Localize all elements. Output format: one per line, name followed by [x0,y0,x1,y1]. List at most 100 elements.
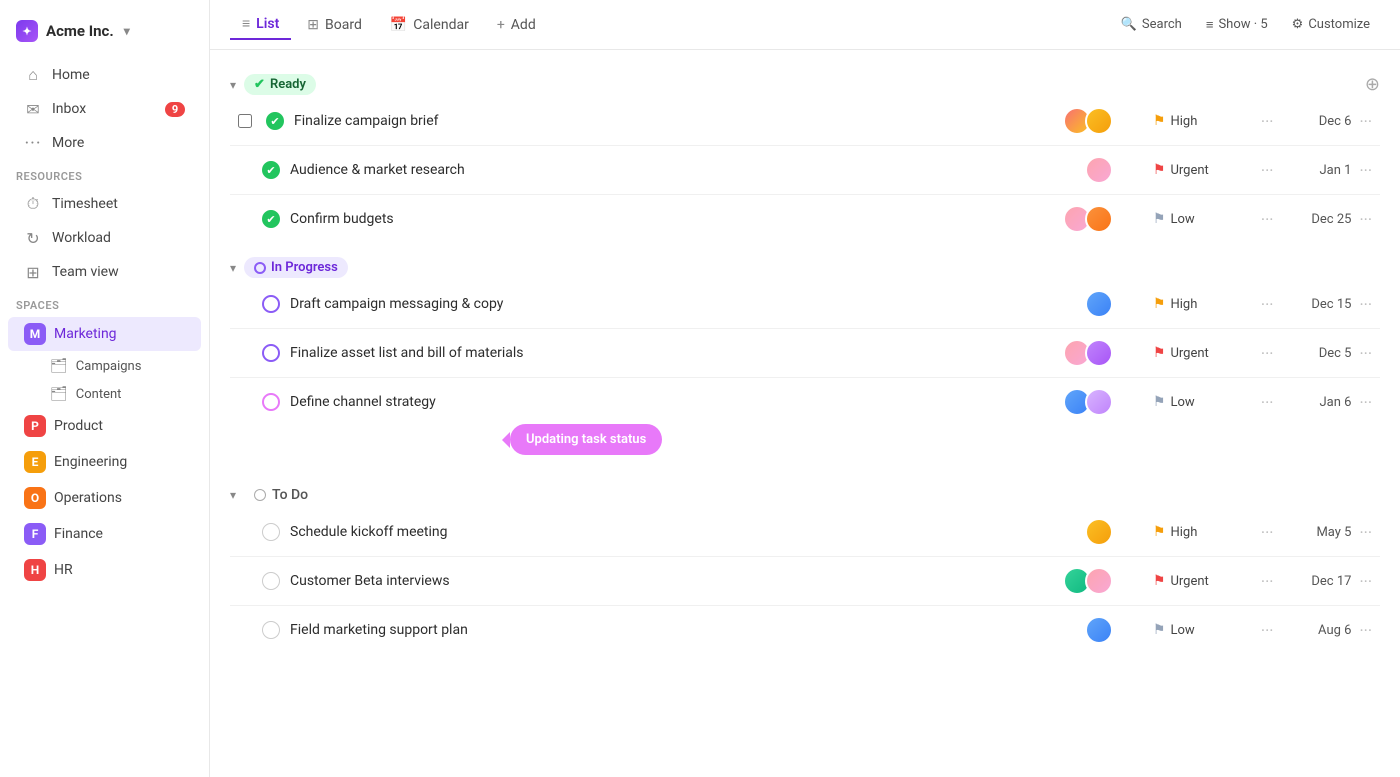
sidebar-item-inbox[interactable]: ✉ Inbox 9 [8,93,201,125]
sidebar-space-marketing[interactable]: M Marketing [8,317,201,351]
inbox-badge: 9 [165,102,185,117]
customize-icon: ⚙ [1292,17,1304,32]
sidebar-item-teamview[interactable]: ⊞ Team view [8,256,201,288]
task-more-menu[interactable]: ··· [1359,572,1372,591]
inbox-icon: ✉ [24,100,42,118]
task-date: Dec 15 [1281,297,1351,312]
task-more-menu[interactable]: ··· [1359,161,1372,180]
task-dots[interactable]: ··· [1261,393,1274,412]
task-priority: ⚑ Urgent [1153,345,1253,361]
in-progress-chevron[interactable]: ▾ [230,261,236,275]
calendar-tab-label: Calendar [413,17,469,33]
sidebar-sub-campaigns[interactable]: 🗂 Campaigns [8,353,201,379]
finance-space-label: Finance [54,526,103,542]
spaces-section-label: Spaces [0,289,209,316]
avatar [1085,290,1113,318]
sidebar-space-operations[interactable]: O Operations [8,481,201,515]
task-select-checkbox[interactable] [238,114,252,128]
task-row[interactable]: Define channel strategy ⚑ Low ··· Jan 6 … [230,380,1380,424]
task-status-done[interactable]: ✔ [266,112,284,130]
sidebar-space-product[interactable]: P Product [8,409,201,443]
task-row[interactable]: ✔ Confirm budgets ⚑ Low ··· Dec 25 ··· [230,197,1380,241]
app-logo[interactable]: ✦ Acme Inc. ▾ [0,12,209,58]
flag-icon: ⚑ [1153,113,1166,129]
sidebar: ✦ Acme Inc. ▾ ⌂ Home ✉ Inbox 9 ··· More … [0,0,210,777]
task-row[interactable]: Draft campaign messaging & copy ⚑ High ·… [230,282,1380,326]
task-dots[interactable]: ··· [1261,621,1274,640]
task-status-done[interactable]: ✔ [262,210,280,228]
task-name: Finalize asset list and bill of material… [290,345,1063,361]
sidebar-item-timesheet[interactable]: ⏱ Timesheet [8,188,201,220]
task-status-empty[interactable] [262,523,280,541]
task-dots[interactable]: ··· [1261,344,1274,363]
task-dots[interactable]: ··· [1261,523,1274,542]
sidebar-item-workload[interactable]: ↻ Workload [8,222,201,254]
priority-label: High [1170,525,1197,540]
task-status-done[interactable]: ✔ [262,161,280,179]
home-icon: ⌂ [24,66,42,84]
todo-chevron[interactable]: ▾ [230,488,236,502]
topbar: ≡ List ⊞ Board 📅 Calendar + Add 🔍 Search… [210,0,1400,50]
ready-chevron[interactable]: ▾ [230,78,236,92]
tab-board[interactable]: ⊞ Board [295,11,374,39]
todo-badge[interactable]: To Do [244,484,318,506]
sidebar-item-more[interactable]: ··· More [8,127,201,159]
task-date: Aug 6 [1281,623,1351,638]
task-priority: ⚑ High [1153,524,1253,540]
avatar [1085,616,1113,644]
task-more-menu[interactable]: ··· [1359,621,1372,640]
sidebar-space-finance[interactable]: F Finance [8,517,201,551]
sidebar-space-hr[interactable]: H HR [8,553,201,587]
todo-badge-label: To Do [272,487,308,503]
list-tab-icon: ≡ [242,15,250,32]
task-status-empty[interactable] [262,621,280,639]
task-status-inprogress[interactable] [262,344,280,362]
task-more-menu[interactable]: ··· [1359,344,1372,363]
avatar [1085,339,1113,367]
task-more-menu[interactable]: ··· [1359,295,1372,314]
ready-add-button[interactable]: ⊕ [1365,74,1380,95]
task-status-inprogress[interactable] [262,295,280,313]
ready-badge[interactable]: ✔ Ready [244,74,316,95]
finance-space-icon: F [24,523,46,545]
task-dots[interactable]: ··· [1261,210,1274,229]
task-priority: ⚑ High [1153,296,1253,312]
tab-calendar[interactable]: 📅 Calendar [378,11,481,39]
task-more-menu[interactable]: ··· [1359,523,1372,542]
flag-icon: ⚑ [1153,162,1166,178]
task-dots[interactable]: ··· [1261,112,1274,131]
in-progress-badge[interactable]: In Progress [244,257,348,278]
task-dots[interactable]: ··· [1261,161,1274,180]
task-dots[interactable]: ··· [1261,295,1274,314]
tab-add[interactable]: + Add [485,11,548,39]
task-more-menu[interactable]: ··· [1359,210,1372,229]
task-row[interactable]: Field marketing support plan ⚑ Low ··· A… [230,608,1380,652]
task-status-empty[interactable] [262,572,280,590]
task-row[interactable]: Schedule kickoff meeting ⚑ High ··· May … [230,510,1380,554]
tooltip-label: Updating task status [526,432,646,447]
task-row[interactable]: Customer Beta interviews ⚑ Urgent ··· De… [230,559,1380,603]
task-status-inprogress[interactable] [262,393,280,411]
task-row[interactable]: ✔ Finalize campaign brief ⚑ High ··· Dec… [230,99,1380,143]
task-dots[interactable]: ··· [1261,572,1274,591]
board-tab-label: Board [325,17,362,33]
avatar [1085,107,1113,135]
flag-icon: ⚑ [1153,622,1166,638]
sidebar-sub-content[interactable]: 🗂 Content [8,381,201,407]
sidebar-space-engineering[interactable]: E Engineering [8,445,201,479]
task-name: Finalize campaign brief [294,113,1063,129]
tab-list[interactable]: ≡ List [230,9,291,40]
sidebar-item-home[interactable]: ⌂ Home [8,59,201,91]
operations-space-icon: O [24,487,46,509]
task-row[interactable]: ✔ Audience & market research ⚑ Urgent ··… [230,148,1380,192]
task-more-menu[interactable]: ··· [1359,112,1372,131]
show-action[interactable]: ≡ Show · 5 [1196,11,1278,39]
search-action[interactable]: 🔍 Search [1111,11,1192,38]
task-more-menu[interactable]: ··· [1359,393,1372,412]
task-row[interactable]: Finalize asset list and bill of material… [230,331,1380,375]
task-priority: ⚑ Low [1153,394,1253,410]
sidebar-home-label: Home [52,67,185,83]
task-date: Jan 6 [1281,395,1351,410]
task-avatars [1063,567,1113,595]
customize-action[interactable]: ⚙ Customize [1282,11,1380,38]
